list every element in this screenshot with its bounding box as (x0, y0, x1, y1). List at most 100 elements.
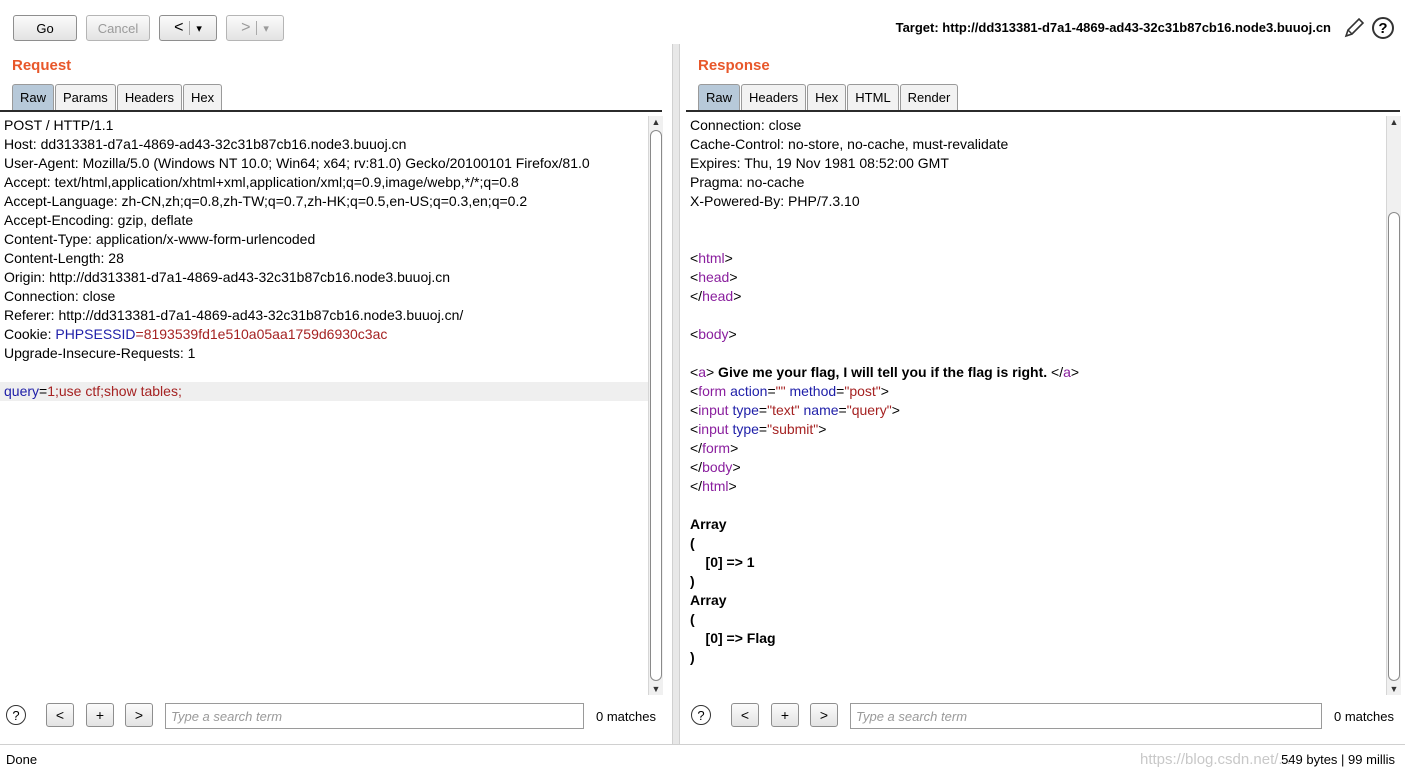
array-output: Array (690, 516, 727, 532)
request-search-bar: ? < + > 0 matches (0, 697, 662, 737)
response-header: Connection: close (690, 117, 802, 133)
origin-header: Origin: http://dd313381-d7a1-4869-ad43-3… (4, 269, 451, 285)
search-input[interactable] (165, 703, 584, 729)
cookie-header: Cookie: PHPSESSID=8193539fd1e510a05aa175… (0, 325, 648, 344)
response-panel: Response Raw Headers Hex HTML Render Con… (686, 48, 1401, 737)
chevron-down-icon: ▾ (263, 22, 269, 35)
body-param-value: 1;use ctf;show tables; (47, 383, 182, 399)
response-header: Cache-Control: no-store, no-cache, must-… (690, 136, 1009, 152)
help-icon[interactable]: ? (6, 705, 26, 725)
user-agent-header: User-Agent: Mozilla/5.0 (Windows NT 10.0… (4, 155, 590, 171)
search-next-button[interactable]: > (125, 703, 153, 727)
help-icon[interactable]: ? (691, 705, 711, 725)
search-prev-button[interactable]: < (731, 703, 759, 727)
html-line: </form> (690, 440, 739, 456)
request-body: query=1;use ctf;show tables; (0, 382, 648, 401)
cookie-label: Cookie: (4, 326, 56, 342)
cookie-name: PHPSESSID (55, 326, 136, 342)
array-output: [0] => 1 (690, 554, 755, 570)
response-scrollbar[interactable]: ▲ ▼ (1386, 116, 1401, 695)
status-text: Done (6, 752, 38, 767)
tab-raw[interactable]: Raw (698, 84, 741, 110)
forward-arrow-icon: > (241, 19, 251, 36)
chevron-down-icon: ▾ (196, 22, 202, 35)
tab-render[interactable]: Render (899, 84, 959, 110)
response-header: Expires: Thu, 19 Nov 1981 08:52:00 GMT (690, 155, 949, 171)
watermark: https://blog.csdn.net/... (1140, 751, 1291, 768)
forward-button[interactable]: > ▾ (226, 15, 284, 41)
tab-raw[interactable]: Raw (12, 84, 55, 110)
help-icon[interactable]: ? (1372, 17, 1394, 39)
request-line: POST / HTTP/1.1 (4, 117, 114, 133)
match-count: 0 matches (1334, 709, 1394, 724)
request-editor[interactable]: POST / HTTP/1.1 Host: dd313381-d7a1-4869… (0, 116, 648, 695)
scroll-down-icon[interactable]: ▼ (649, 683, 663, 695)
scroll-thumb[interactable] (1388, 212, 1400, 681)
search-input[interactable] (850, 703, 1322, 729)
html-line: <form action="" method="post"> (690, 383, 889, 399)
cancel-button[interactable]: Cancel (86, 15, 150, 41)
back-arrow-icon: < (174, 19, 184, 36)
search-add-button[interactable]: + (771, 703, 799, 727)
accept-language-header: Accept-Language: zh-CN,zh;q=0.8,zh-TW;q=… (4, 193, 528, 209)
target-label: Target: http://dd313381-d7a1-4869-ad43-3… (895, 20, 1331, 35)
upgrade-header: Upgrade-Insecure-Requests: 1 (4, 345, 196, 361)
tab-headers[interactable]: Headers (116, 84, 182, 110)
accept-encoding-header: Accept-Encoding: gzip, deflate (4, 212, 194, 228)
response-stats: 549 bytes | 99 millis (1281, 752, 1395, 767)
response-tabs: Raw Headers Hex HTML Render (698, 84, 959, 110)
html-line: <a> Give me your flag, I will tell you i… (690, 364, 1080, 380)
scroll-up-icon[interactable]: ▲ (1387, 116, 1401, 128)
go-button[interactable]: Go (13, 15, 77, 41)
response-editor[interactable]: Connection: close Cache-Control: no-stor… (686, 116, 1386, 695)
status-bar: Done https://blog.csdn.net/... 549 bytes… (0, 744, 1405, 775)
scroll-down-icon[interactable]: ▼ (1387, 683, 1401, 695)
response-search-bar: ? < + > 0 matches (686, 697, 1400, 737)
tab-hex[interactable]: Hex (182, 84, 223, 110)
match-count: 0 matches (596, 709, 656, 724)
search-prev-button[interactable]: < (46, 703, 74, 727)
array-output: ) (690, 649, 695, 665)
search-add-button[interactable]: + (86, 703, 114, 727)
html-line: </body> (690, 459, 741, 475)
tab-underline (0, 110, 662, 112)
scroll-up-icon[interactable]: ▲ (649, 116, 663, 128)
separator (189, 21, 191, 35)
array-output: ( (690, 535, 695, 551)
cookie-value: 8193539fd1e510a05aa1759d6930c3ac (143, 326, 388, 342)
cookie-eq: = (135, 326, 144, 342)
tab-headers[interactable]: Headers (741, 84, 807, 110)
separator (256, 21, 258, 35)
html-line: <input type="text" name="query"> (690, 402, 900, 418)
request-title: Request (12, 57, 72, 74)
flag-prompt-text: Give me your flag, I will tell you if th… (714, 364, 1052, 380)
connection-header: Connection: close (4, 288, 116, 304)
tab-hex[interactable]: Hex (807, 84, 847, 110)
html-line: </head> (690, 288, 742, 304)
tab-html[interactable]: HTML (847, 84, 899, 110)
referer-header: Referer: http://dd313381-d7a1-4869-ad43-… (4, 307, 464, 323)
request-panel: Request Raw Params Headers Hex POST / HT… (0, 48, 663, 737)
toolbar: Go Cancel < ▾ > ▾ Target: http://dd31338… (0, 0, 1405, 48)
scroll-thumb[interactable] (650, 130, 662, 681)
host-header: Host: dd313381-d7a1-4869-ad43-32c31b87cb… (4, 136, 407, 152)
tab-params[interactable]: Params (55, 84, 116, 110)
request-scrollbar[interactable]: ▲ ▼ (648, 116, 663, 695)
search-next-button[interactable]: > (810, 703, 838, 727)
array-output: ) (690, 573, 695, 589)
panel-divider[interactable] (672, 44, 680, 745)
html-line: </html> (690, 478, 737, 494)
html-line: <body> (690, 326, 737, 342)
array-output: [0] => Flag (690, 630, 776, 646)
html-line: <html> (690, 250, 733, 266)
response-title: Response (698, 57, 770, 74)
pencil-icon[interactable] (1342, 16, 1366, 40)
response-header: X-Powered-By: PHP/7.3.10 (690, 193, 860, 209)
response-header: Pragma: no-cache (690, 174, 805, 190)
back-button[interactable]: < ▾ (159, 15, 217, 41)
